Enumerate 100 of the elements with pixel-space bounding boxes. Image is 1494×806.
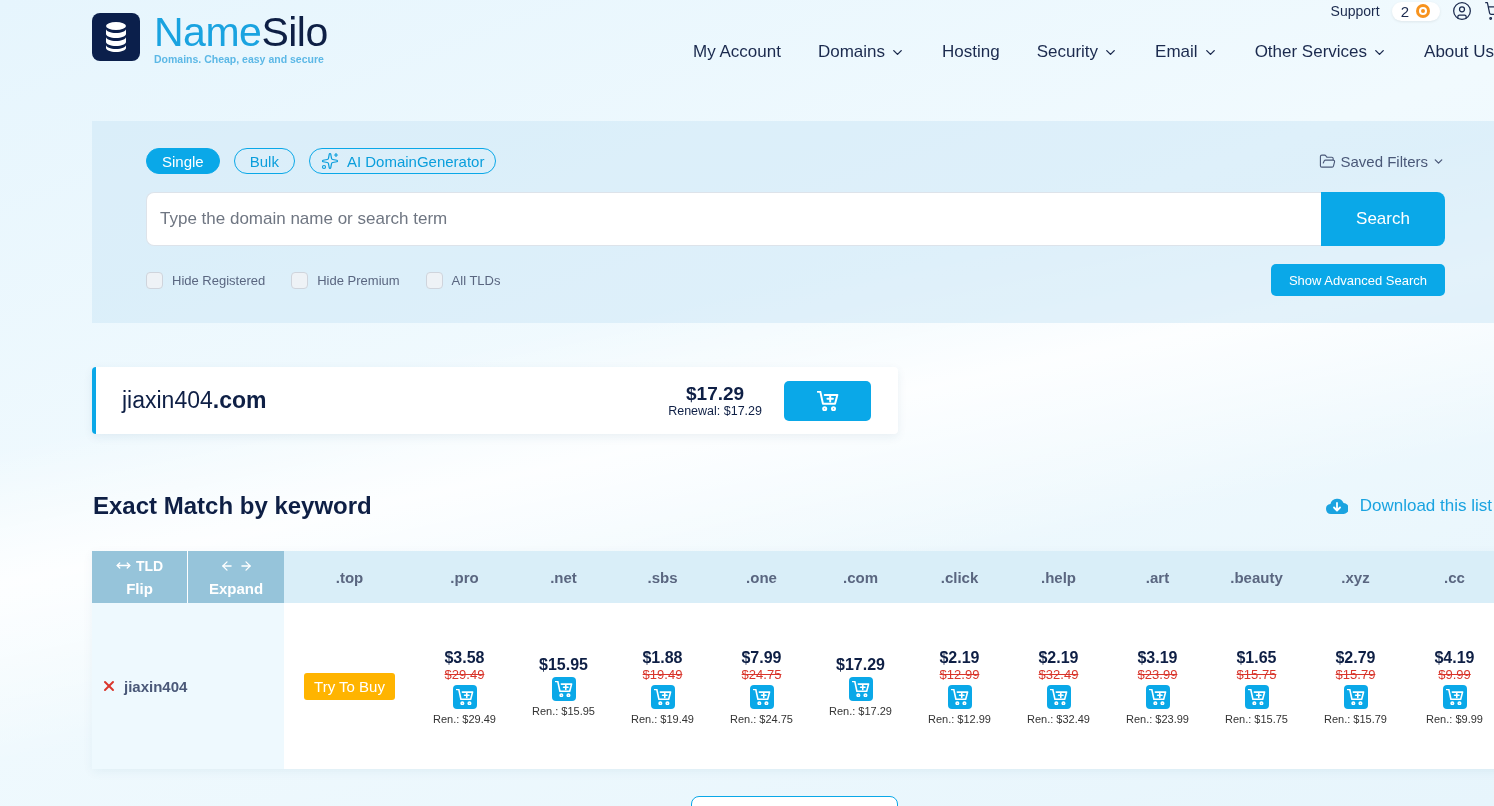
- tld-column-header: .help: [1009, 551, 1108, 603]
- filter-label: Hide Premium: [317, 272, 400, 288]
- original-price: $9.99: [1438, 666, 1471, 682]
- add-to-cart-button[interactable]: [947, 684, 972, 709]
- search-field[interactable]: Type the domain name or search term: [146, 192, 1321, 246]
- renewal-price: Ren.: $17.29: [829, 705, 892, 717]
- renewal-price: Ren.: $15.95: [532, 705, 595, 717]
- cart-icon: [752, 688, 771, 705]
- nav-link[interactable]: Security: [1036, 42, 1119, 62]
- add-to-cart-button[interactable]: [1145, 684, 1170, 709]
- tld-label: TLD: [135, 557, 164, 574]
- add-to-cart-button[interactable]: [452, 684, 477, 709]
- price: $3.19: [1137, 647, 1178, 667]
- add-to-cart-button[interactable]: [1343, 684, 1368, 709]
- tld-column-header: .xyz: [1306, 551, 1405, 603]
- renewal-price: Ren.: $24.75: [730, 712, 793, 725]
- tld-column-header: .beauty: [1207, 551, 1306, 603]
- renewal-price: Ren.: $15.79: [1324, 712, 1387, 725]
- filter-label: Hide Registered: [172, 272, 266, 288]
- row-name: jiaxin404: [124, 677, 188, 695]
- checkbox[interactable]: [146, 271, 163, 289]
- cloud-download-icon: [1325, 498, 1348, 514]
- price: $7.99: [741, 647, 782, 667]
- folder-icon: [1319, 152, 1337, 170]
- cart-icon: [851, 681, 870, 697]
- ring-icon: [1415, 3, 1431, 19]
- add-to-cart-button[interactable]: [749, 684, 774, 709]
- tld-column-header: .com: [811, 551, 910, 603]
- tld-column-header: .one: [712, 551, 811, 603]
- cart-icon: [1049, 688, 1068, 705]
- user-icon[interactable]: [1452, 1, 1472, 21]
- original-price: $23.99: [1137, 666, 1178, 682]
- checkbox[interactable]: [425, 271, 443, 289]
- price: $2.79: [1335, 647, 1376, 667]
- nav-link[interactable]: Domains: [817, 42, 906, 62]
- add-to-cart-button[interactable]: [848, 677, 873, 701]
- tld-column-header: .sbs: [613, 551, 712, 603]
- original-price: $12.99: [939, 666, 980, 682]
- cart-icon: [1247, 688, 1266, 705]
- filter-label: All TLDs: [451, 272, 501, 288]
- add-to-cart-button[interactable]: [784, 380, 871, 421]
- nav-link[interactable]: About Us: [1424, 42, 1494, 62]
- price: $3.58: [444, 647, 485, 667]
- section-title: Exact Match by keyword: [93, 492, 372, 520]
- nav-link[interactable]: Hosting: [942, 42, 1000, 62]
- renewal-price: Ren.: $12.99: [928, 712, 991, 725]
- renewal-price: Ren.: $9.99: [1426, 712, 1483, 725]
- renewal-price: Ren.: $19.49: [631, 712, 694, 725]
- price: $1.65: [1236, 647, 1277, 667]
- add-to-cart-button[interactable]: [650, 684, 675, 709]
- price: $2.19: [939, 647, 980, 667]
- price: $2.19: [1038, 647, 1079, 667]
- nav-link[interactable]: Email: [1155, 42, 1218, 62]
- saved-filters-dropdown[interactable]: Saved Filters: [1319, 152, 1445, 170]
- nav-link[interactable]: My Account: [693, 42, 781, 62]
- cart-icon: [554, 681, 573, 697]
- cart-icon: [816, 390, 839, 411]
- cart-icon: [455, 688, 474, 705]
- original-price: $15.75: [1236, 666, 1277, 682]
- domain-name: jiaxin404.com: [122, 387, 267, 414]
- tld-column-header: .click: [910, 551, 1009, 603]
- control-caption: Flip: [126, 579, 153, 597]
- brand-wordmark: NameSilo: [154, 13, 328, 51]
- brand-tagline: Domains. Cheap, easy and secure: [154, 53, 325, 65]
- add-to-cart-button[interactable]: [551, 677, 576, 701]
- price: $15.95: [539, 655, 588, 674]
- renewal-price: Renewal: $17.29: [668, 403, 762, 418]
- cart-icon: [950, 688, 969, 705]
- renewal-price: Ren.: $29.49: [433, 712, 496, 725]
- domain-price: $17.29: [686, 383, 745, 404]
- original-price: $15.79: [1335, 666, 1376, 682]
- price: $1.88: [642, 647, 683, 667]
- tld-column-header: .cc: [1405, 551, 1494, 603]
- support-link[interactable]: Support: [1330, 3, 1380, 19]
- original-price: $19.49: [642, 666, 683, 682]
- add-to-cart-button[interactable]: [1442, 684, 1467, 709]
- renewal-price: Ren.: $32.49: [1027, 712, 1090, 725]
- original-price: $24.75: [741, 666, 782, 682]
- tld-column-header: .pro: [415, 551, 514, 603]
- renewal-price: Ren.: $23.99: [1126, 712, 1189, 725]
- original-price: $29.49: [444, 666, 485, 682]
- add-to-cart-button[interactable]: [1244, 684, 1269, 709]
- tld-column-header: .net: [514, 551, 613, 603]
- tld-column-header: .top: [284, 551, 415, 603]
- renewal-price: Ren.: $15.75: [1225, 712, 1288, 725]
- cart-icon: [1445, 688, 1464, 705]
- database-icon: [92, 13, 140, 61]
- cart-icon: [1346, 688, 1365, 705]
- tld-column-header: .art: [1108, 551, 1207, 603]
- price: $4.19: [1434, 647, 1475, 667]
- price: $17.29: [836, 655, 885, 674]
- control-caption: Expand: [208, 579, 264, 597]
- add-to-cart-button[interactable]: [1046, 684, 1071, 709]
- cart-icon: [653, 688, 672, 705]
- sparkles-icon: [320, 152, 339, 170]
- cart-icon: [1148, 688, 1167, 705]
- nav-link[interactable]: Other Services: [1254, 42, 1388, 62]
- original-price: $32.49: [1038, 666, 1079, 682]
- notification-badge[interactable]: 2: [1391, 1, 1440, 21]
- checkbox[interactable]: [291, 271, 309, 289]
